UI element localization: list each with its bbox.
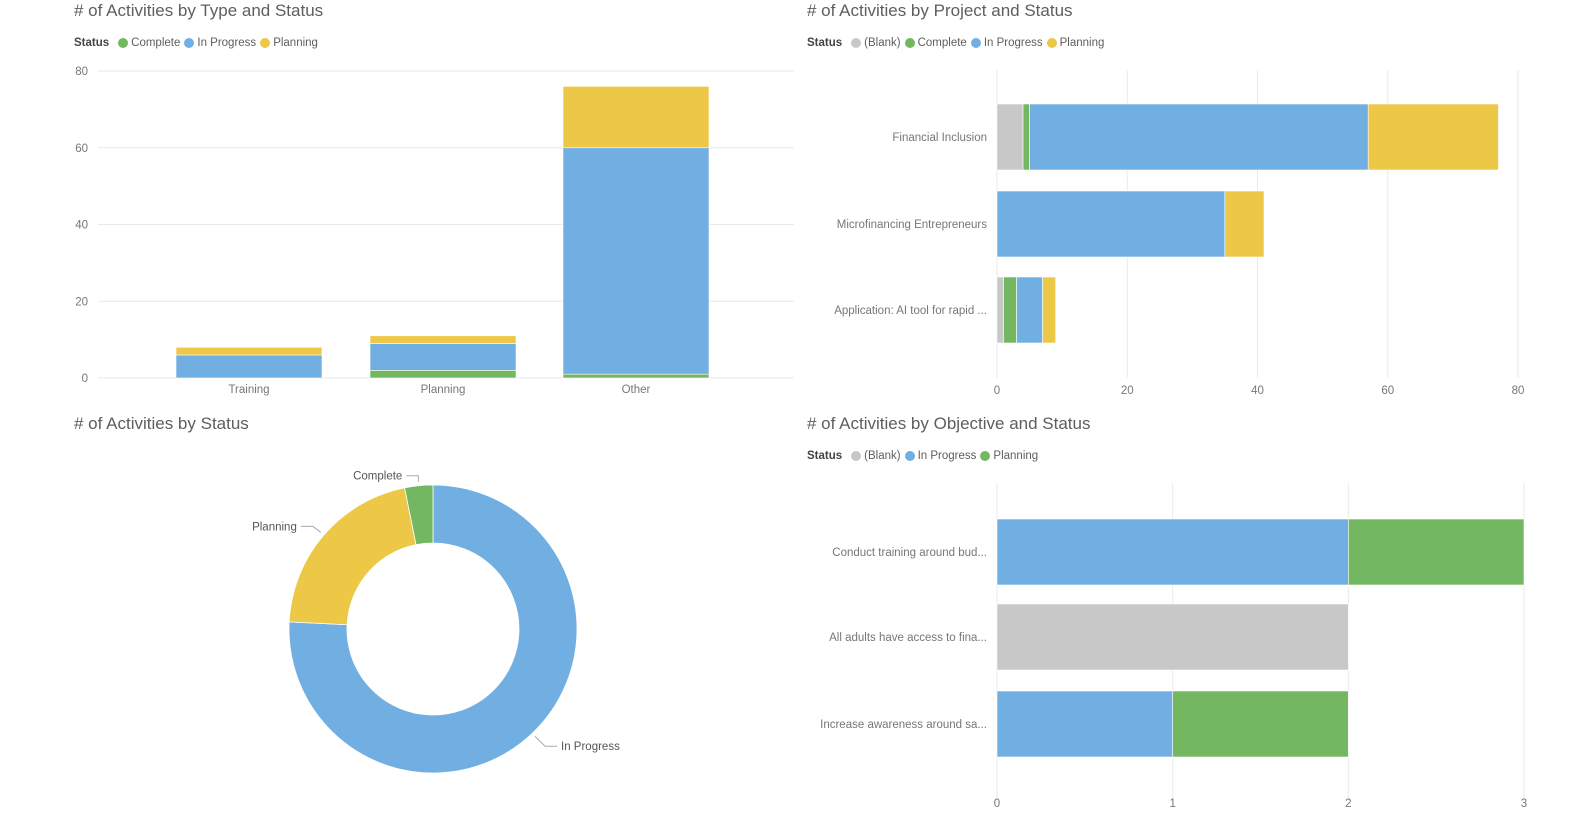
bar-segment--blank-[interactable] [996, 103, 1024, 171]
bar-segment-in-progress[interactable] [1029, 103, 1369, 171]
bar-segment-planning[interactable] [1224, 190, 1265, 258]
bar-segment-planning[interactable] [1348, 518, 1525, 586]
x-tick-label: 40 [1251, 385, 1264, 397]
x-tick-label: 80 [1512, 385, 1525, 397]
y-category-label: Financial Inclusion [892, 132, 987, 144]
y-category-label: Application: AI tool for rapid ... [834, 305, 987, 317]
bar-segment-planning[interactable] [1042, 276, 1056, 344]
x-tick-label: 3 [1521, 798, 1527, 810]
visual-objective-status[interactable]: # of Activities by Objective and Status … [0, 405, 1596, 820]
bar-segment-planning[interactable] [1172, 690, 1349, 758]
x-tick-label: 60 [1381, 385, 1394, 397]
bar-segment--blank-[interactable] [996, 603, 1349, 671]
x-tick-label: 1 [1169, 798, 1175, 810]
bar-segment-planning[interactable] [1367, 103, 1499, 171]
bar-segment-complete[interactable] [1003, 276, 1017, 344]
bar-segment-in-progress[interactable] [996, 190, 1226, 258]
x-tick-label: 2 [1345, 798, 1351, 810]
y-category-label: All adults have access to fina... [829, 632, 987, 644]
bar-segment-in-progress[interactable] [996, 690, 1173, 758]
bar-segment--blank-[interactable] [996, 276, 1004, 344]
x-tick-label: 0 [994, 385, 1000, 397]
bar-chart-project-status: 0 20 40 60 80 Financial Inclusion Microfinanci… [834, 70, 1525, 397]
y-category-label: Increase awareness around sa... [820, 719, 987, 731]
y-category-label: Conduct training around bud... [832, 547, 987, 559]
bar-segment-complete[interactable] [1022, 103, 1030, 171]
visual-project-status[interactable]: # of Activities by Project and Status St… [0, 0, 1596, 405]
bar-segment-in-progress[interactable] [1016, 276, 1043, 344]
bar-segment-in-progress[interactable] [996, 518, 1349, 586]
x-tick-label: 20 [1121, 385, 1134, 397]
bar-chart-objective-status: 0 1 2 3 Conduct training around bud... All ad… [820, 483, 1527, 810]
x-tick-label: 0 [994, 798, 1000, 810]
y-category-label: Microfinancing Entrepreneurs [837, 219, 987, 231]
